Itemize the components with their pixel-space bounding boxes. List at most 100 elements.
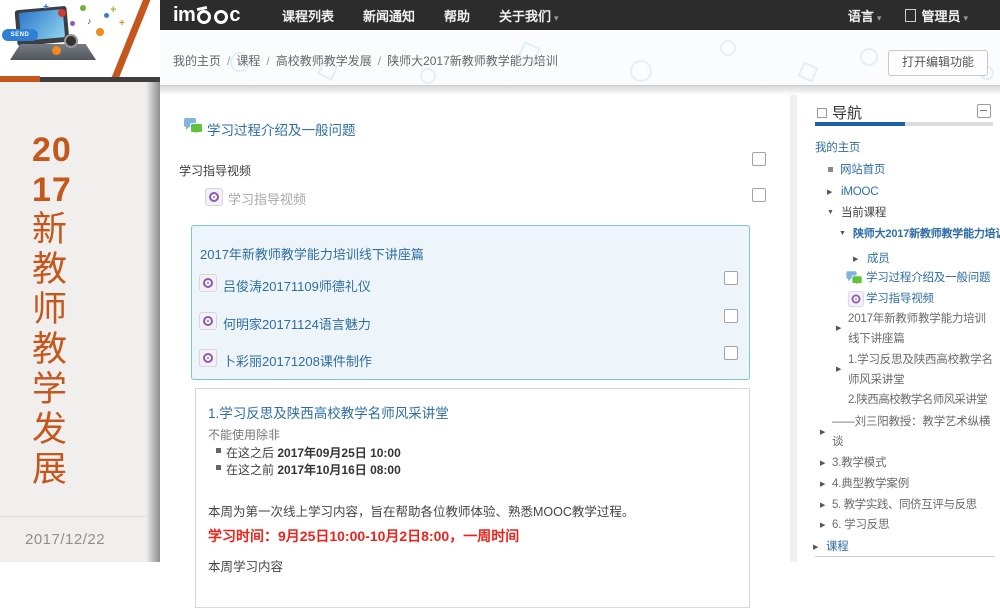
sidebar-item-my-home[interactable]: 我的主页 [815,138,860,158]
breadcrumb-home[interactable]: 我的主页 [173,54,221,68]
logo-o-icon [197,10,211,24]
block-underline-accent [815,122,905,126]
navbar-right: 语言▾ 管理员▾ [848,6,1000,25]
sidebar-item-course-name[interactable]: 陕师大2017新教师教学能力培训 [853,224,1000,244]
sidebar-item-guide-video[interactable]: 学习指导视频 [866,289,934,309]
breadcrumb-separator: / [266,54,269,68]
decor-dot [58,9,66,17]
imooc-logo[interactable]: im c [173,4,240,27]
triangle-right-icon[interactable]: ▶ [827,188,832,196]
sidebar-item-week6[interactable]: 6. 学习反思 [832,515,889,535]
square-bullet-icon [828,167,833,172]
completion-checkbox[interactable] [724,271,738,285]
forum-activity-link[interactable]: 学习过程介绍及一般问题 [207,119,356,139]
media-icon [199,312,217,330]
navbar-menu: 课程列表 新闻通知 帮助 关于我们▾ [282,6,559,25]
week-description: 本周为第一次线上学习内容，旨在帮助各位教师体验、熟悉MOOC教学过程。 [208,501,728,520]
block-collapse-icon[interactable] [977,104,991,118]
completion-checkbox[interactable] [752,152,766,166]
logo-text-suffix: c [229,4,240,27]
highlighted-section-box: 2017年新教师教学能力培训线下讲座篇 吕俊涛20171109师德礼仪 何明家2… [191,225,750,380]
slide-year-line1: 20 [32,130,72,170]
nav-item-course-list[interactable]: 课程列表 [282,6,334,25]
breadcrumb-category[interactable]: 高校教师教学发展 [276,54,372,68]
completion-checkbox[interactable] [752,188,766,202]
decor-dot [70,21,75,26]
decor-note: ♪ [87,16,92,26]
decor-doodle [720,40,736,56]
section-label: 学习指导视频 [179,162,251,179]
sidebar-item-week4[interactable]: 4.典型教学案例 [832,474,909,494]
sidebar-item-week2[interactable]: 2.陕西高校教学名师风采讲堂 [848,390,994,410]
decor-dot [96,28,104,36]
decor-disc [64,34,78,48]
decor-doodle [797,61,818,82]
slide-year-line2: 17 [32,170,72,210]
triangle-right-icon[interactable]: ▶ [853,255,858,263]
slide-clipart: SEND + + ♪ + [0,0,160,77]
triangle-right-icon[interactable]: ▶ [820,501,825,509]
triangle-right-icon[interactable]: ▶ [820,459,825,467]
sidebar-item-imooc[interactable]: iMOOC [841,182,878,202]
triangle-right-icon[interactable]: ▶ [836,324,841,332]
language-menu[interactable]: 语言▾ [848,6,882,25]
triangle-right-icon[interactable]: ▶ [820,480,825,488]
sidebar-item-week5[interactable]: 5. 教学实践、同侪互评与反思 [832,495,977,515]
decor-doodle [630,60,652,82]
video-activity-link-dimmed[interactable]: 学习指导视频 [228,189,306,208]
sidebar-item-participants[interactable]: 成员 [867,249,890,269]
triangle-right-icon[interactable]: ▶ [820,521,825,529]
turn-editing-on-button[interactable]: 打开编辑功能 [888,50,988,76]
decor-dot [104,13,109,18]
slide-date: 2017/12/22 [25,531,105,548]
restriction-date: 2017年09月25日 10:00 [277,446,400,460]
sidebar-item-week1[interactable]: 1.学习反思及陕西高校教学名师风采讲堂 [848,350,994,390]
triangle-down-icon[interactable]: ▼ [839,230,846,237]
decor-plus: + [110,4,116,16]
week-section-box: 1.学习反思及陕西高校教学名师风采讲堂 不能使用除非 在这之后 2017年09月… [195,388,750,608]
media-icon [848,291,864,307]
user-label: 管理员 [921,9,960,24]
decor-doodle [420,68,436,84]
slide-char: 新 [32,210,72,250]
slide-char: 学 [32,370,72,410]
week-title-link[interactable]: 1.学习反思及陕西高校教学名师风采讲堂 [208,402,449,422]
slide-char: 发 [32,410,72,450]
send-badge: SEND [2,29,38,41]
sidebar-item-professor-talk[interactable]: ——刘三阳教授：教学艺术纵横谈 [832,412,994,452]
completion-checkbox[interactable] [724,346,738,360]
sidebar-item-current-course[interactable]: 当前课程 [841,203,886,223]
triangle-right-icon[interactable]: ▶ [836,365,841,373]
lecture-video-link[interactable]: 卜彩丽20171208课件制作 [223,351,372,370]
slide-footer-divider [0,516,146,517]
sidebar-item-forum[interactable]: 学习过程介绍及一般问题 [866,268,990,288]
slide-char: 展 [32,450,72,490]
nav-item-news[interactable]: 新闻通知 [363,6,415,25]
navigation-block-title: 导航 [832,102,862,123]
breadcrumb-courses[interactable]: 课程 [236,54,260,68]
breadcrumb-bar: U 我的主页/课程/高校教师教学发展/陕师大2017新教师教学能力培训 打开编辑… [160,30,1000,85]
decor-dot [52,46,61,55]
highlighted-section-title-link[interactable]: 2017年新教师教学能力培训线下讲座篇 [200,244,424,263]
sidebar-item-week3[interactable]: 3.教学模式 [832,453,886,473]
breadcrumb-current-course[interactable]: 陕师大2017新教师教学能力培训 [387,54,558,68]
user-menu[interactable]: 管理员▾ [905,6,968,25]
logo-text-prefix: im [173,4,195,27]
sidebar-item-courses[interactable]: 课程 [826,537,849,557]
week-content-cutoff: 本周学习内容 [208,556,283,575]
sidebar-item-site-home[interactable]: 网站首页 [840,160,885,180]
nav-item-about[interactable]: 关于我们▾ [499,6,559,25]
nav-item-help[interactable]: 帮助 [444,6,470,25]
triangle-right-icon[interactable]: ▶ [820,428,825,436]
block-dock-icon[interactable] [817,108,827,118]
lecture-video-link[interactable]: 吕俊涛20171109师德礼仪 [223,276,371,295]
lecture-video-link[interactable]: 何明家20171124语言魅力 [223,314,371,333]
avatar-placeholder-icon [905,9,916,22]
triangle-down-icon[interactable]: ▼ [827,209,834,216]
content-sidebar-gap [790,95,797,562]
triangle-right-icon[interactable]: ▶ [813,543,818,551]
restriction-bullet: 在这之后 2017年09月25日 10:00 [226,444,401,461]
chevron-down-icon: ▾ [877,13,882,23]
sidebar-item-offline-lectures[interactable]: 2017年新教师教学能力培训线下讲座篇 [848,309,994,349]
completion-checkbox[interactable] [724,309,738,323]
